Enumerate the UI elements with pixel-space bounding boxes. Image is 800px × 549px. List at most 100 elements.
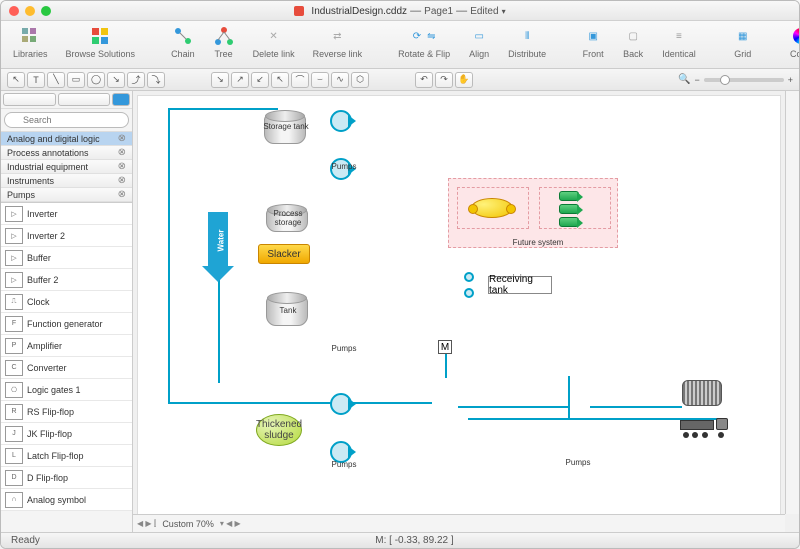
- pump-shape[interactable]: [330, 393, 352, 415]
- side-view-toggle: [1, 91, 132, 109]
- tool-arrow1[interactable]: ↘: [211, 72, 229, 88]
- green-pump[interactable]: [559, 204, 579, 214]
- tool-hand[interactable]: ✋: [455, 72, 473, 88]
- doc-name: IndustrialDesign.cddz: [311, 6, 407, 17]
- tb-identical[interactable]: ≡Identical: [662, 25, 696, 59]
- category-analog-and-digital-logic[interactable]: Analog and digital logic⊗: [1, 132, 132, 146]
- category-process-annotations[interactable]: Process annotations⊗: [1, 146, 132, 160]
- horizontal-scrollbar[interactable]: ◀ ▶ ⫿ Custom 70% ▾ ◀ ▶: [133, 514, 785, 532]
- shape-inverter-2[interactable]: ▷Inverter 2: [1, 225, 132, 247]
- tb-grid[interactable]: ▦Grid: [732, 25, 754, 59]
- tool-line[interactable]: ╲: [47, 72, 65, 88]
- shape-function-generator[interactable]: FFunction generator: [1, 313, 132, 335]
- tool-arc1[interactable]: ⌒: [291, 72, 309, 88]
- tool-conn1[interactable]: ↘: [107, 72, 125, 88]
- tool-redo[interactable]: ↷: [435, 72, 453, 88]
- tb-rev-link[interactable]: ⇄Reverse link: [313, 25, 363, 59]
- conn: [445, 354, 447, 378]
- shape-logic-gates-1[interactable]: ⎔Logic gates 1: [1, 379, 132, 401]
- status-mouse: M: [ -0.33, 89.22 ]: [375, 535, 453, 546]
- radiator-shape[interactable]: [682, 380, 722, 406]
- statusbar: Ready M: [ -0.33, 89.22 ]: [1, 532, 799, 548]
- window-title: IndustrialDesign.cddz — Page1 — Edited ▾: [1, 5, 799, 17]
- green-pump[interactable]: [559, 217, 579, 227]
- small-circle[interactable]: [464, 272, 474, 282]
- truck-shape[interactable]: [680, 416, 728, 438]
- tool-conn3[interactable]: ⤵: [147, 72, 165, 88]
- shape-buffer[interactable]: ▷Buffer: [1, 247, 132, 269]
- shape-d-flip-flop[interactable]: DD Flip-flop: [1, 467, 132, 489]
- canvas[interactable]: Storage tank Pumps Water Process storage…: [137, 95, 781, 528]
- tool-arrow2[interactable]: ↗: [231, 72, 249, 88]
- tool-arrow4[interactable]: ↖: [271, 72, 289, 88]
- tool-ellipse[interactable]: ◯: [87, 72, 105, 88]
- category-pumps[interactable]: Pumps⊗: [1, 188, 132, 202]
- vertical-scrollbar[interactable]: [785, 91, 799, 514]
- shape-latch-flip-flop[interactable]: LLatch Flip-flop: [1, 445, 132, 467]
- tb-del-link[interactable]: ✕Delete link: [253, 25, 295, 59]
- process-storage-label: Process storage: [260, 209, 316, 227]
- water-label: Water: [216, 230, 225, 252]
- page-name[interactable]: Page1: [424, 6, 453, 17]
- tool-arrow3[interactable]: ↙: [251, 72, 269, 88]
- tb-front[interactable]: ▣Front: [582, 25, 604, 59]
- zoom-icon: 🔍: [678, 74, 690, 85]
- pump-shape[interactable]: [330, 110, 352, 132]
- tool-text[interactable]: T: [27, 72, 45, 88]
- tool-poly[interactable]: ⬡: [351, 72, 369, 88]
- side-view-grid[interactable]: [112, 93, 130, 106]
- tb-libraries[interactable]: Libraries: [13, 25, 48, 59]
- tool-pointer[interactable]: ↖: [7, 72, 25, 88]
- conn: [590, 406, 682, 408]
- tool-arc2[interactable]: ⌣: [311, 72, 329, 88]
- zoom-slider[interactable]: [704, 78, 784, 82]
- shape-clock[interactable]: ⎍Clock: [1, 291, 132, 313]
- tool-conn2[interactable]: ⤴: [127, 72, 145, 88]
- shape-analog-symbol[interactable]: ∩Analog symbol: [1, 489, 132, 511]
- tb-back[interactable]: ▢Back: [622, 25, 644, 59]
- tb-chain[interactable]: Chain: [171, 25, 195, 59]
- tool-undo[interactable]: ↶: [415, 72, 433, 88]
- m-box[interactable]: M: [438, 340, 452, 354]
- storage-tank-label: Storage tank: [258, 122, 314, 131]
- tool-spline[interactable]: ∿: [331, 72, 349, 88]
- shape-rs-flip-flop[interactable]: RRS Flip-flop: [1, 401, 132, 423]
- conn: [168, 108, 278, 110]
- search-input[interactable]: [4, 112, 129, 128]
- side-search: [1, 109, 132, 132]
- pumps-label: Pumps: [324, 344, 364, 353]
- category-instruments[interactable]: Instruments⊗: [1, 174, 132, 188]
- water-arrow[interactable]: Water: [208, 212, 228, 268]
- green-pump[interactable]: [559, 191, 579, 201]
- shape-inverter[interactable]: ▷Inverter: [1, 203, 132, 225]
- shape-list: ▷Inverter▷Inverter 2▷Buffer▷Buffer 2⎍Clo…: [1, 203, 132, 532]
- sludge-shape[interactable]: Thickened sludge: [256, 414, 302, 446]
- category-industrial-equipment[interactable]: Industrial equipment⊗: [1, 160, 132, 174]
- doc-state[interactable]: Edited: [470, 6, 498, 17]
- secondary-toolbar: ↖ T ╲ ▭ ◯ ↘ ⤴ ⤵ ↘ ↗ ↙ ↖ ⌒ ⌣ ∿ ⬡ ↶ ↷ ✋ 🔍: [1, 69, 799, 91]
- receiving-tank[interactable]: Receiving tank: [488, 276, 552, 294]
- small-circle[interactable]: [464, 288, 474, 298]
- tool-rect[interactable]: ▭: [67, 72, 85, 88]
- conn: [458, 406, 568, 408]
- shape-converter[interactable]: CConverter: [1, 357, 132, 379]
- side-view-list[interactable]: [3, 93, 56, 106]
- yellow-capsule[interactable]: [471, 198, 513, 218]
- shape-amplifier[interactable]: PAmplifier: [1, 335, 132, 357]
- tb-distribute[interactable]: ⫴Distribute: [508, 25, 546, 59]
- tb-rotflip[interactable]: ⟳⇋Rotate & Flip: [398, 25, 450, 59]
- shape-buffer-2[interactable]: ▷Buffer 2: [1, 269, 132, 291]
- status-ready: Ready: [11, 535, 40, 546]
- shape-jk-flip-flop[interactable]: JJK Flip-flop: [1, 423, 132, 445]
- app-window: IndustrialDesign.cddz — Page1 — Edited ▾…: [0, 0, 800, 549]
- future-label: Future system: [498, 238, 578, 247]
- tb-browse[interactable]: Browse Solutions: [66, 25, 136, 59]
- zoom-level[interactable]: Custom 70%: [162, 519, 214, 529]
- tb-align[interactable]: ▭Align: [468, 25, 490, 59]
- tb-tree[interactable]: Tree: [213, 25, 235, 59]
- tb-color[interactable]: Color: [790, 25, 800, 59]
- slacker-shape[interactable]: Slacker: [258, 244, 310, 264]
- side-view-detail[interactable]: [58, 93, 111, 106]
- tank-label: Tank: [266, 306, 310, 315]
- conn: [568, 376, 570, 418]
